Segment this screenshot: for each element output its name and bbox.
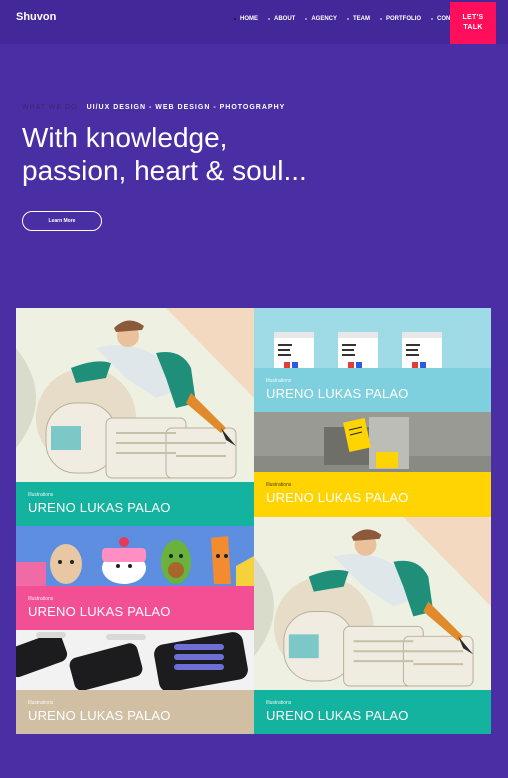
portfolio-card[interactable]: Illustrations URENO LUKAS PALAO [254, 308, 491, 412]
card-caption: Illustrations URENO LUKAS PALAO [16, 482, 254, 526]
dot-icon [431, 18, 434, 20]
active-dot-icon [234, 18, 236, 20]
card-category: Illustrations [28, 596, 54, 602]
card-category: Illustrations [266, 482, 292, 488]
nav-item-agency[interactable]: AGENCY [305, 16, 337, 22]
site-logo[interactable]: Shuvon [16, 11, 56, 23]
phone-mockups-photo [16, 630, 254, 690]
eyebrow-label: WHAT WE DO [22, 104, 78, 111]
cta-line-1: LET'S [462, 13, 484, 21]
dot-icon [305, 18, 308, 20]
nav-item-about[interactable]: ABOUT [268, 16, 295, 22]
card-title: URENO LUKAS PALAO [266, 708, 409, 723]
card-category: Illustrations [28, 700, 54, 706]
hero-headline: With knowledge, passion, heart & soul... [22, 121, 382, 187]
nav-item-label: PORTFOLIO [386, 16, 422, 22]
card-category: Illustrations [28, 492, 54, 498]
main-nav: HOME ABOUT AGENCY TEAM PORTFOLIO CONTACT [234, 16, 476, 22]
nav-item-label: AGENCY [311, 16, 338, 22]
card-caption: Illustrations URENO LUKAS PALAO [254, 690, 491, 734]
dot-icon [268, 18, 270, 20]
lets-talk-button[interactable]: LET'S TALK [450, 2, 496, 44]
card-category: Illustrations [266, 700, 292, 706]
headline-line-2: passion, heart & soul... [22, 155, 307, 186]
nav-item-portfolio[interactable]: PORTFOLIO [380, 16, 421, 22]
portfolio-card[interactable]: Illustrations URENO LUKAS PALAO [254, 517, 491, 734]
hero-eyebrow: WHAT WE DO UI/UX DESIGN - WEB DESIGN - P… [22, 104, 285, 111]
eyebrow-services: UI/UX DESIGN - WEB DESIGN - PHOTOGRAPHY [86, 104, 286, 111]
portfolio-card[interactable]: Illustrations URENO LUKAS PALAO [254, 412, 491, 517]
portfolio-card[interactable]: Illustrations URENO LUKAS PALAO [16, 526, 254, 630]
card-caption: Illustrations URENO LUKAS PALAO [16, 586, 254, 630]
nav-item-label: HOME [240, 16, 258, 22]
card-caption: Illustrations URENO LUKAS PALAO [254, 472, 491, 517]
card-title: URENO LUKAS PALAO [266, 386, 409, 401]
dot-icon [380, 18, 383, 20]
learn-more-button[interactable]: Learn More [22, 211, 102, 231]
card-category: Illustrations [266, 378, 292, 384]
headline-line-1: With knowledge, [22, 122, 228, 153]
card-title: URENO LUKAS PALAO [266, 490, 409, 505]
card-caption: Illustrations URENO LUKAS PALAO [254, 368, 491, 412]
food-characters-illustration [16, 526, 254, 586]
business-cards-photo [254, 308, 491, 368]
nav-item-home[interactable]: HOME [234, 16, 258, 22]
card-title: URENO LUKAS PALAO [28, 708, 171, 723]
card-caption: Illustrations URENO LUKAS PALAO [16, 690, 254, 734]
top-bar: Shuvon HOME ABOUT AGENCY TEAM PORTFOLIO … [0, 0, 508, 44]
portfolio-card[interactable]: Illustrations URENO LUKAS PALAO [16, 308, 254, 526]
cta-line-2: TALK [463, 24, 483, 31]
portfolio-card[interactable]: Illustrations URENO LUKAS PALAO [16, 630, 254, 734]
nav-item-label: TEAM [353, 16, 371, 22]
card-title: URENO LUKAS PALAO [28, 604, 171, 619]
nav-item-team[interactable]: TEAM [347, 16, 370, 22]
pen-rider-illustration [254, 517, 491, 690]
nav-item-label: ABOUT [274, 16, 296, 22]
card-title: URENO LUKAS PALAO [28, 500, 171, 515]
dot-icon [347, 18, 350, 20]
pen-rider-illustration [16, 308, 254, 482]
yellow-card-stand-photo [254, 412, 491, 472]
